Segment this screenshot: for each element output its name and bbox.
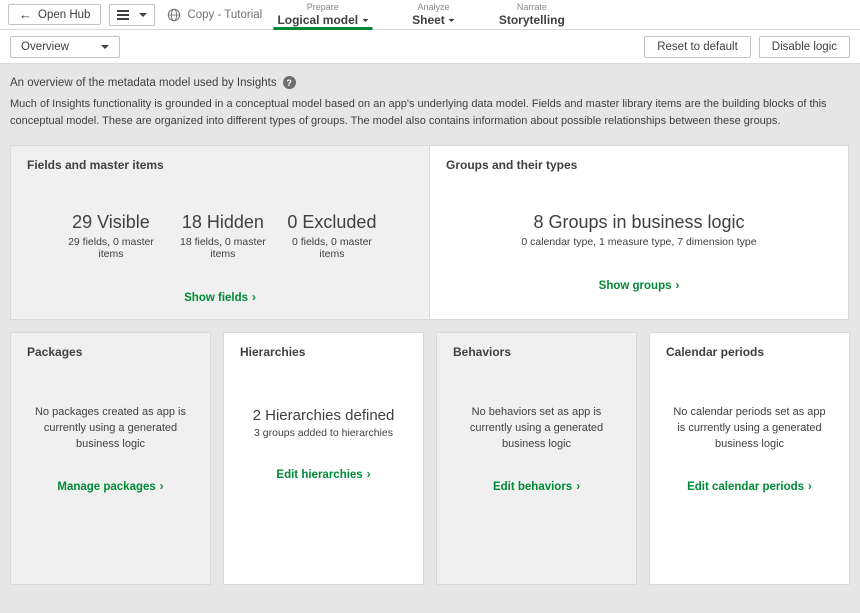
show-fields-link[interactable]: Show fields›: [184, 292, 256, 304]
open-hub-button[interactable]: ← Open Hub: [8, 4, 101, 25]
hierarchies-value: 2 Hierarchies defined: [240, 407, 407, 424]
chevron-down-icon: [101, 45, 109, 49]
card-title: Groups and their types: [446, 158, 832, 172]
app-menu-button[interactable]: [109, 4, 155, 26]
toolbar: Overview Reset to default Disable logic: [0, 30, 860, 64]
intro-description: Much of Insights functionality is ground…: [10, 96, 846, 130]
groups-stat: 8 Groups in business logic 0 calendar ty…: [446, 212, 832, 248]
intro-title: An overview of the metadata model used b…: [10, 77, 277, 89]
packages-message: No packages created as app is currently …: [33, 405, 188, 453]
chevron-right-icon: ›: [676, 280, 680, 292]
chevron-down-icon: [139, 13, 147, 17]
app-info: Copy - Tutorial: [167, 8, 262, 22]
help-icon[interactable]: ?: [283, 76, 296, 89]
overview-content: An overview of the metadata model used b…: [0, 64, 860, 585]
edit-calendar-periods-link[interactable]: Edit calendar periods›: [687, 481, 812, 493]
chevron-right-icon: ›: [160, 481, 164, 493]
card-title: Hierarchies: [240, 345, 407, 359]
card-title: Fields and master items: [27, 158, 413, 172]
excluded-fields-stat: 0 Excluded 0 fields, 0 master items: [279, 212, 385, 260]
groups-and-types-card: Groups and their types 8 Groups in busin…: [429, 145, 849, 320]
hierarchies-card: Hierarchies 2 Hierarchies defined 3 grou…: [223, 332, 424, 585]
intro-section: An overview of the metadata model used b…: [10, 64, 850, 130]
chevron-right-icon: ›: [252, 292, 256, 304]
top-bar: ← Open Hub Copy - Tutorial Prepare Logic…: [0, 0, 860, 30]
card-title: Behaviors: [453, 345, 620, 359]
packages-card: Packages No packages created as app is c…: [10, 332, 211, 585]
globe-icon: [167, 8, 181, 22]
behaviors-card: Behaviors No behaviors set as app is cur…: [436, 332, 637, 585]
card-title: Calendar periods: [666, 345, 833, 359]
chevron-right-icon: ›: [576, 481, 580, 493]
open-hub-label: Open Hub: [38, 9, 90, 21]
reset-to-default-button[interactable]: Reset to default: [644, 36, 751, 58]
chevron-right-icon: ›: [808, 481, 812, 493]
nav-analyze-sheet[interactable]: Analyze Sheet: [408, 0, 459, 30]
edit-behaviors-link[interactable]: Edit behaviors›: [493, 481, 580, 493]
calendar-periods-card: Calendar periods No calendar periods set…: [649, 332, 850, 585]
manage-packages-link[interactable]: Manage packages›: [57, 481, 163, 493]
hierarchies-detail: 3 groups added to hierarchies: [240, 427, 407, 439]
main-nav: Prepare Logical model Analyze Sheet Narr…: [273, 0, 568, 30]
disable-logic-button[interactable]: Disable logic: [759, 36, 850, 58]
edit-hierarchies-link[interactable]: Edit hierarchies›: [276, 469, 370, 481]
hamburger-icon: [117, 8, 129, 22]
view-selector-dropdown[interactable]: Overview: [10, 36, 120, 58]
app-title: Copy - Tutorial: [187, 9, 262, 21]
calendar-message: No calendar periods set as app is curren…: [672, 405, 827, 453]
chevron-down-icon: [362, 19, 368, 22]
nav-narrate-storytelling[interactable]: Narrate Storytelling: [495, 0, 569, 30]
behaviors-message: No behaviors set as app is currently usi…: [459, 405, 614, 453]
fields-and-master-items-card: Fields and master items 29 Visible 29 fi…: [10, 145, 430, 320]
chevron-right-icon: ›: [367, 469, 371, 481]
chevron-down-icon: [449, 19, 455, 22]
hidden-fields-stat: 18 Hidden 18 fields, 0 master items: [167, 212, 279, 260]
card-title: Packages: [27, 345, 194, 359]
nav-prepare-logical-model[interactable]: Prepare Logical model: [273, 0, 372, 30]
visible-fields-stat: 29 Visible 29 fields, 0 master items: [55, 212, 167, 260]
arrow-left-icon: ←: [19, 8, 32, 21]
show-groups-link[interactable]: Show groups›: [599, 280, 680, 292]
